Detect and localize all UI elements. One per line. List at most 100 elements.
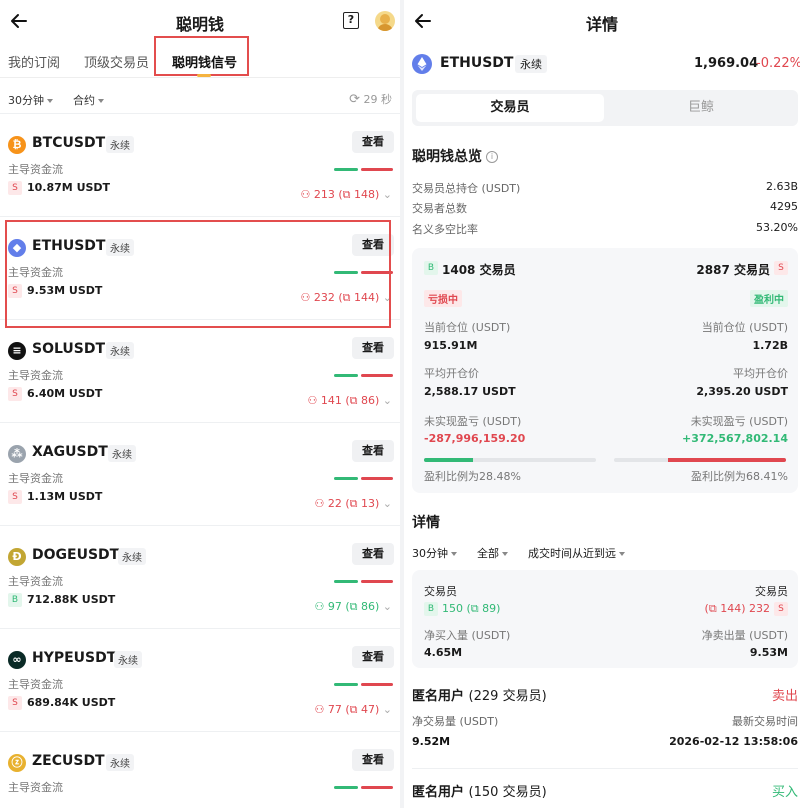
perp-badge: 永续	[106, 754, 134, 771]
tab-top-traders[interactable]: 顶级交易员	[84, 52, 149, 71]
refresh-timer[interactable]: ⟳ 29 秒	[349, 91, 392, 107]
whale-icon: ⧉	[349, 497, 358, 510]
last-price: 1,969.04	[694, 56, 759, 71]
trader-counts[interactable]: ⚇ 97 (⧉ 86) ⌄	[314, 600, 392, 614]
segment-whales[interactable]: 巨鲸	[608, 94, 794, 122]
avg-price-label-left: 平均开仓价	[424, 367, 479, 380]
tab-active-indicator	[197, 74, 211, 77]
buy-flow-bar	[334, 477, 358, 480]
chevron-down-icon: ⌄	[382, 600, 392, 613]
buy-flow-bar	[334, 580, 358, 583]
net-volume-label: 净交易量 (USDT)	[412, 715, 499, 728]
coin-row-hypeusdt[interactable]: ∞ HYPEUSDT 永续 查看 主导资金流 S 689.84K USDT ⚇ 77 (⧉ 4…	[0, 628, 400, 731]
interval-filter[interactable]: 30分钟	[8, 92, 53, 108]
help-icon[interactable]: ?	[343, 12, 359, 29]
sell-flow-bar	[361, 683, 393, 686]
sell-flow-bar	[361, 786, 393, 789]
symbol: ETHUSDT	[440, 55, 514, 71]
user-icon: ⚇	[314, 703, 325, 716]
view-button[interactable]: 查看	[352, 646, 394, 668]
avatar[interactable]	[375, 11, 395, 31]
view-button[interactable]: 查看	[352, 749, 394, 771]
flow-value: 712.88K USDT	[27, 593, 116, 606]
side-tag: S	[8, 696, 22, 710]
long-profit-ratio-bar	[424, 458, 596, 462]
sell-counts: (⧉ 144) 232	[704, 602, 770, 615]
xag-icon: ⁂	[8, 445, 26, 463]
flow-label: 主导资金流	[8, 678, 63, 691]
flow-summary-card: 交易员 交易员 B 150 (⧉ 89) (⧉ 144) 232 S 净买入量 …	[412, 570, 798, 668]
coin-symbol: DOGEUSDT	[32, 547, 120, 563]
long-side-tag: B	[424, 261, 438, 275]
buy-flow-bar	[334, 683, 358, 686]
trader-counts[interactable]: ⚇ 77 (⧉ 47) ⌄	[314, 703, 392, 717]
sell-traders-label: 交易员	[755, 585, 788, 598]
user-icon: ⚇	[307, 394, 318, 407]
perp-badge: 永续	[108, 445, 136, 462]
loss-status-badge: 亏损中	[424, 290, 462, 307]
whale-icon: ⧉	[349, 703, 358, 716]
net-sell-label: 净卖出量 (USDT)	[701, 629, 788, 642]
side-tag: S	[8, 490, 22, 504]
coin-row-xagusdt[interactable]: ⁂ XAGUSDT 永续 查看 主导资金流 S 1.13M USDT ⚇ 22 (⧉ 13) …	[0, 422, 400, 525]
perp-badge: 永续	[114, 651, 142, 668]
coin-row-solusdt[interactable]: ≡ SOLUSDT 永续 查看 主导资金流 S 6.40M USDT ⚇ 141 (⧉ 86)…	[0, 319, 400, 422]
sell-flow-bar	[361, 168, 393, 171]
refresh-icon: ⟳	[349, 92, 360, 107]
detail-sort-filter[interactable]: 成交时间从近到远	[528, 545, 625, 561]
sell-flow-bar	[361, 477, 393, 480]
net-sell-value: 9.53M	[749, 646, 788, 659]
short-profit-ratio-fill	[668, 458, 786, 462]
sell-flow-bar	[361, 580, 393, 583]
chevron-down-icon	[451, 552, 457, 556]
flow-value: 6.40M USDT	[27, 387, 103, 400]
short-trader-count: 2887 交易员	[696, 263, 770, 277]
segment-traders[interactable]: 交易员	[416, 94, 604, 122]
coin-row-zecusdt[interactable]: ⓩ ZECUSDT 永续 查看 主导资金流	[0, 731, 400, 808]
trader-counts[interactable]: ⚇ 213 (⧉ 148) ⌄	[300, 188, 392, 202]
page-title: 聪明钱	[175, 15, 224, 34]
trader-counts[interactable]: ⚇ 22 (⧉ 13) ⌄	[314, 497, 392, 511]
view-button[interactable]: 查看	[352, 543, 394, 565]
chevron-down-icon: ⌄	[382, 188, 392, 201]
overview-label-total-position: 交易员总持仓 (USDT)	[412, 182, 521, 195]
net-buy-label: 净买入量 (USDT)	[424, 629, 511, 642]
detail-interval-filter[interactable]: 30分钟	[412, 545, 457, 561]
type-filter[interactable]: 合约	[73, 92, 104, 108]
view-button[interactable]: 查看	[352, 440, 394, 462]
buy-counts: 150 (⧉ 89)	[442, 602, 501, 615]
info-icon[interactable]: i	[486, 151, 498, 163]
filter-bar: 30分钟 合约 ⟳ 29 秒	[0, 88, 400, 112]
short-profit-ratio-bar	[614, 458, 786, 462]
detail-side-filter[interactable]: 全部	[477, 545, 508, 561]
buy-side-tag: B	[424, 602, 438, 616]
perp-badge: 永续	[106, 342, 134, 359]
long-unrealized-pnl: -287,996,159.20	[424, 432, 526, 445]
chevron-down-icon	[98, 99, 104, 103]
smart-money-list-panel: 聪明钱 ? 我的订阅 顶级交易员 聪明钱信号 30分钟 合约 ⟳ 29 秒 ₿ B…	[0, 0, 400, 808]
pnl-label-left: 未实现盈亏 (USDT)	[424, 415, 522, 428]
profit-status-badge: 盈利中	[750, 290, 788, 307]
user-icon: ⚇	[314, 497, 325, 510]
user-icon: ⚇	[314, 600, 325, 613]
tab-my-subscriptions[interactable]: 我的订阅	[8, 52, 60, 71]
sell-flow-bar	[361, 374, 393, 377]
view-button[interactable]: 查看	[352, 337, 394, 359]
short-position-value: 1.72B	[752, 339, 788, 352]
detail-title: 详情	[585, 15, 618, 34]
chevron-down-icon	[502, 552, 508, 556]
overview-value-trader-count: 4295	[770, 200, 798, 213]
chevron-down-icon: ⌄	[382, 394, 392, 407]
coin-row-btcusdt[interactable]: ₿ BTCUSDT 永续 查看 主导资金流 S 10.87M USDT ⚇ 213 (⧉ 14…	[0, 113, 400, 216]
user-name: 匿名用户 (150 交易员)	[412, 785, 547, 800]
coin-row-dogeusdt[interactable]: Ð DOGEUSDT 永续 查看 主导资金流 B 712.88K USDT ⚇ 97 (⧉ 8…	[0, 525, 400, 628]
divider	[412, 768, 798, 769]
side-tag: S	[8, 387, 22, 401]
short-profit-ratio-text: 盈利比例为68.41%	[691, 470, 788, 483]
zec-icon: ⓩ	[8, 754, 26, 772]
trader-counts[interactable]: ⚇ 141 (⧉ 86) ⌄	[307, 394, 392, 408]
eth-icon	[412, 54, 432, 74]
whale-icon: ⧉	[470, 602, 479, 615]
view-button[interactable]: 查看	[352, 131, 394, 153]
flow-label: 主导资金流	[8, 781, 63, 794]
